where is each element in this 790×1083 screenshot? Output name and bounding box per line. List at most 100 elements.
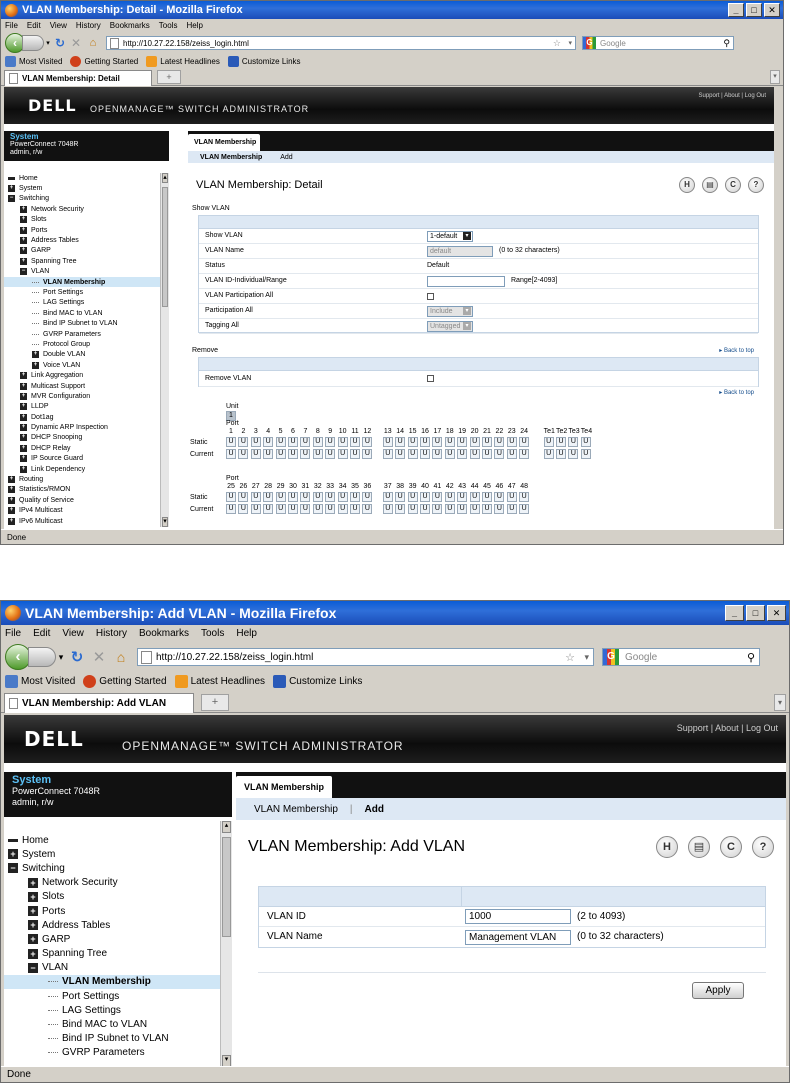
expand-icon[interactable]: + [8,507,15,515]
port-static-cell[interactable]: U [580,437,591,447]
url-bar[interactable]: http://10.27.22.158/zeiss_login.html ☆ ▾ [106,36,576,50]
menu-view[interactable]: View [62,628,84,639]
tab-vlan-membership[interactable]: VLAN Membership [236,776,332,798]
expand-icon[interactable]: + [28,906,38,917]
port-static-cell[interactable]: U [432,437,443,447]
tree-item-dhcp-snooping[interactable]: + DHCP Snooping [4,433,169,443]
tree-item-system[interactable]: + System [4,847,232,861]
tree-item-bind-mac-to-vlan[interactable]: Bind MAC to VLAN [4,308,169,318]
collapse-icon[interactable]: − [8,195,15,203]
save-icon[interactable]: H [679,177,695,193]
tree-item-gvrp-parameters[interactable]: GVRP Parameters [4,1046,232,1060]
tree-item-spanning-tree[interactable]: + Spanning Tree [4,947,232,961]
port-static-cell[interactable]: U [250,437,261,447]
forward-button[interactable] [28,647,56,667]
tree-item-address-tables[interactable]: + Address Tables [4,235,169,245]
menu-history[interactable]: History [76,21,101,30]
menu-history[interactable]: History [96,628,127,639]
tree-item-routing[interactable]: + Routing [4,474,169,484]
home-icon[interactable]: ⌂ [84,37,102,49]
menu-tools[interactable]: Tools [201,628,224,639]
scroll-thumb[interactable] [162,187,168,307]
expand-icon[interactable]: + [20,424,27,432]
port-static-cell[interactable]: U [519,492,530,502]
tree-item-gvrp-parameters[interactable]: GVRP Parameters [4,329,169,339]
tree-item-ports[interactable]: + Ports [4,904,232,918]
tree-item-bind-ip-subnet-to-vlan[interactable]: Bind IP Subnet to VLAN [4,318,169,328]
subnav-add[interactable]: Add [280,154,292,161]
search-box[interactable]: G Google ⚲ [602,648,760,666]
bookmark-getting-started[interactable]: Getting Started [70,55,138,67]
tree-item-dhcp-relay[interactable]: + DHCP Relay [4,443,169,453]
tree-item-mvr-configuration[interactable]: + MVR Configuration [4,391,169,401]
tree-item-double-vlan[interactable]: + Double VLAN [4,350,169,360]
port-static-cell[interactable]: U [250,492,261,502]
expand-icon[interactable]: + [20,257,27,265]
bookmark-latest-headlines[interactable]: Latest Headlines [174,674,265,688]
tree-item-ipv4-multicast[interactable]: + IPv4 Multicast [4,506,169,516]
port-static-cell[interactable]: U [350,492,360,502]
tree-item-system[interactable]: + System [4,183,169,193]
menu-view[interactable]: View [50,21,67,30]
tree-item-home[interactable]: Home [4,173,169,183]
expand-icon[interactable]: + [20,382,27,390]
port-static-cell[interactable]: U [226,492,236,502]
tree-item-garp[interactable]: + GARP [4,246,169,256]
top-links[interactable]: Support | About | Log Out [699,93,767,99]
remove-vlan-checkbox[interactable] [427,375,434,382]
expand-icon[interactable]: + [28,891,38,902]
port-static-cell[interactable]: U [457,492,468,502]
expand-icon[interactable]: + [20,372,27,380]
menu-file[interactable]: File [5,21,18,30]
refresh-icon[interactable]: C [725,177,741,193]
port-static-cell[interactable]: U [457,437,468,447]
port-static-cell[interactable]: U [482,492,492,502]
tree-item-slots[interactable]: + Slots [4,890,232,904]
close-button[interactable]: ✕ [764,3,780,17]
collapse-icon[interactable]: − [20,268,27,276]
print-icon[interactable]: ▤ [688,836,710,858]
port-static-cell[interactable]: U [420,437,430,447]
subnav-vlan-membership[interactable]: VLAN Membership [200,154,262,161]
tree-item-bind-mac-to-vlan[interactable]: Bind MAC to VLAN [4,1017,232,1031]
print-icon[interactable]: ▤ [702,177,718,193]
port-static-cell[interactable]: U [263,492,274,502]
port-static-cell[interactable]: U [350,437,360,447]
tree-item-switching[interactable]: − Switching [4,861,232,875]
home-icon[interactable]: ⌂ [110,649,132,665]
port-static-cell[interactable]: U [556,437,566,447]
port-static-cell[interactable]: U [420,492,430,502]
port-static-cell[interactable]: U [238,492,249,502]
tree-item-ip-source-guard[interactable]: + IP Source Guard [4,454,169,464]
google-icon[interactable]: G [583,37,596,49]
new-tab-button[interactable]: + [201,694,229,711]
expand-icon[interactable]: + [20,455,27,463]
menu-file[interactable]: File [5,628,21,639]
save-icon[interactable]: H [656,836,678,858]
expand-icon[interactable]: + [20,403,27,411]
expand-icon[interactable]: + [8,517,15,525]
url-dropdown-icon[interactable]: ▾ [568,39,572,47]
menu-help[interactable]: Help [186,21,202,30]
expand-icon[interactable]: + [8,486,15,494]
bookmark-customize-links[interactable]: Customize Links [273,674,362,688]
port-static-cell[interactable]: U [288,437,298,447]
port-static-cell[interactable]: U [519,437,530,447]
expand-icon[interactable]: + [20,205,27,213]
port-static-cell[interactable]: U [506,437,517,447]
port-static-cell[interactable]: U [300,437,311,447]
tab-list-icon[interactable]: ▾ [770,70,780,84]
reload-icon[interactable]: ↻ [66,648,88,666]
port-static-cell[interactable]: U [337,437,348,447]
search-input[interactable]: Google [625,652,657,663]
port-static-cell[interactable]: U [395,492,406,502]
subnav-add[interactable]: Add [365,804,384,815]
menu-help[interactable]: Help [236,628,257,639]
port-static-cell[interactable]: U [312,492,323,502]
tree-item-voice-vlan[interactable]: + Voice VLAN [4,360,169,370]
expand-icon[interactable]: + [20,392,27,400]
tree-item-port-settings[interactable]: Port Settings [4,287,169,297]
scroll-down-arrow[interactable]: ▾ [162,517,168,527]
menu-bookmarks[interactable]: Bookmarks [139,628,189,639]
google-icon[interactable]: G [603,649,619,665]
